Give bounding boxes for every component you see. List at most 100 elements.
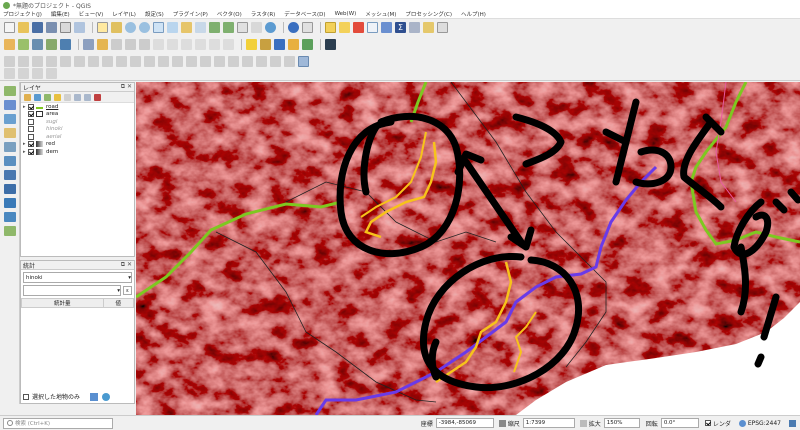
text-annotation-icon[interactable] xyxy=(437,21,448,33)
layer-visibility-checkbox[interactable] xyxy=(28,133,34,140)
zoom-layer-icon[interactable] xyxy=(181,21,192,33)
undo-icon[interactable] xyxy=(209,38,220,50)
render-checkbox[interactable] xyxy=(704,420,711,426)
deselect-all-icon[interactable] xyxy=(353,21,364,33)
reverse-line-icon[interactable] xyxy=(214,55,225,67)
plugin-icon[interactable] xyxy=(288,38,299,50)
action-icon[interactable] xyxy=(302,21,313,33)
zoom-next-icon[interactable] xyxy=(223,21,234,33)
crs-label[interactable]: EPSG:2447 xyxy=(748,420,781,427)
select-by-value-icon[interactable] xyxy=(339,21,350,33)
delete-selected-icon[interactable] xyxy=(153,38,164,50)
add-spatialite-icon[interactable] xyxy=(60,38,71,50)
copy-stats-icon[interactable] xyxy=(90,392,99,401)
layer-item-red[interactable]: ▸ red xyxy=(21,141,134,149)
paste-features-icon[interactable] xyxy=(195,38,206,50)
offset-curve-icon[interactable] xyxy=(130,55,141,67)
zoom-last-icon[interactable] xyxy=(209,21,220,33)
zoom-full-icon[interactable] xyxy=(153,21,164,33)
add-wms-icon[interactable] xyxy=(3,184,16,194)
delete-part-icon[interactable] xyxy=(102,55,113,67)
panel-close-icon[interactable]: ⧉ ✕ xyxy=(121,83,132,91)
mesh-select-icon[interactable] xyxy=(18,68,29,79)
scale-field[interactable]: 1:7399 xyxy=(522,418,575,428)
field-calculator-icon[interactable] xyxy=(381,21,392,33)
expand-all-icon[interactable] xyxy=(74,93,81,101)
new-project-icon[interactable] xyxy=(4,21,15,33)
fill-ring-icon[interactable] xyxy=(74,55,85,67)
rotate-feature-icon[interactable] xyxy=(18,55,29,67)
add-spatialite-layer-icon[interactable] xyxy=(3,156,16,166)
map-canvas[interactable] xyxy=(136,82,800,415)
scale-lock-icon[interactable] xyxy=(498,419,506,427)
split-parts-icon[interactable] xyxy=(158,55,169,67)
expression-button[interactable]: ε xyxy=(123,286,132,295)
menu-processing[interactable]: プロセッシング(C) xyxy=(405,10,452,18)
menu-help[interactable]: ヘルプ(H) xyxy=(461,10,486,18)
refresh-icon[interactable] xyxy=(102,392,111,401)
save-project-icon[interactable] xyxy=(32,21,43,33)
vertex-tool-icon[interactable] xyxy=(139,38,150,50)
print-layout-icon[interactable] xyxy=(60,21,71,33)
zoom-native-icon[interactable] xyxy=(195,21,206,33)
layer-visibility-checkbox[interactable] xyxy=(28,141,34,148)
merge-features-icon[interactable] xyxy=(172,55,183,67)
crs-globe-icon[interactable] xyxy=(738,419,746,427)
menu-raster[interactable]: ラスタ(R) xyxy=(251,10,276,18)
menu-mesh[interactable]: メッシュ(M) xyxy=(365,10,396,18)
layer-item-sugi[interactable]: sugi xyxy=(21,118,134,126)
filter-expression-icon[interactable] xyxy=(64,93,71,101)
menu-project[interactable]: プロジェクト(J) xyxy=(3,10,42,18)
layer-visibility-checkbox[interactable] xyxy=(28,118,34,125)
refresh-icon[interactable] xyxy=(265,21,276,33)
layer-visibility-checkbox[interactable] xyxy=(28,126,34,133)
split-features-icon[interactable] xyxy=(144,55,155,67)
add-geopackage-icon[interactable] xyxy=(3,142,16,152)
coordinate-field[interactable]: -3984,-85069 xyxy=(435,418,494,428)
change-label-icon[interactable] xyxy=(284,55,295,67)
collapse-all-icon[interactable] xyxy=(84,93,91,101)
zoom-out-icon[interactable] xyxy=(139,21,150,33)
layer-item-dem[interactable]: ▸ dem xyxy=(21,148,134,156)
new-map-view-icon[interactable] xyxy=(237,21,248,33)
layer-styling-icon[interactable] xyxy=(302,38,313,50)
menu-view[interactable]: ビュー(V) xyxy=(79,10,104,18)
identify-icon[interactable] xyxy=(288,21,299,33)
rotation-field[interactable]: 0.0° xyxy=(660,418,699,428)
add-part-icon[interactable] xyxy=(60,55,71,67)
reshape-icon[interactable] xyxy=(116,55,127,67)
pin-label-icon[interactable] xyxy=(256,55,267,67)
map-tips-icon[interactable] xyxy=(423,21,434,33)
pan-icon[interactable] xyxy=(97,21,108,33)
zoom-in-icon[interactable] xyxy=(125,21,136,33)
layer-visibility-checkbox[interactable] xyxy=(28,103,34,110)
trim-extend-icon[interactable] xyxy=(228,55,239,67)
digitize-icon[interactable] xyxy=(125,38,136,50)
current-edits-icon[interactable] xyxy=(83,38,94,50)
temporal-controller-icon[interactable] xyxy=(251,21,262,33)
menu-database[interactable]: データベース(D) xyxy=(284,10,325,18)
magnifier-lock-icon[interactable] xyxy=(579,419,587,427)
magnify-field[interactable]: 150% xyxy=(603,418,640,428)
merge-attributes-icon[interactable] xyxy=(186,55,197,67)
show-hide-label-icon[interactable] xyxy=(270,55,281,67)
open-project-icon[interactable] xyxy=(18,21,29,33)
digitizing-icon[interactable] xyxy=(4,55,15,67)
python-console-icon[interactable] xyxy=(325,38,336,50)
layer-visibility-checkbox[interactable] xyxy=(28,111,34,118)
layout-manager-icon[interactable] xyxy=(74,21,85,33)
redo-icon[interactable] xyxy=(223,38,234,50)
add-csv-icon[interactable] xyxy=(3,128,16,138)
copy-features-icon[interactable] xyxy=(181,38,192,50)
layer-item-hinoki[interactable]: hinoki xyxy=(21,126,134,134)
messages-icon[interactable] xyxy=(789,419,796,427)
open-layer-icon[interactable] xyxy=(3,86,16,96)
mesh-force-icon[interactable] xyxy=(46,68,57,79)
statistics-sigma-icon[interactable]: Σ xyxy=(395,21,406,33)
menu-web[interactable]: Web(W) xyxy=(335,11,357,17)
menu-vector[interactable]: ベクタ(O) xyxy=(217,10,242,18)
delete-ring-icon[interactable] xyxy=(88,55,99,67)
add-raster-layer-icon[interactable] xyxy=(32,38,43,50)
simplify-icon[interactable] xyxy=(32,55,43,67)
layer-visibility-checkbox[interactable] xyxy=(28,148,34,155)
